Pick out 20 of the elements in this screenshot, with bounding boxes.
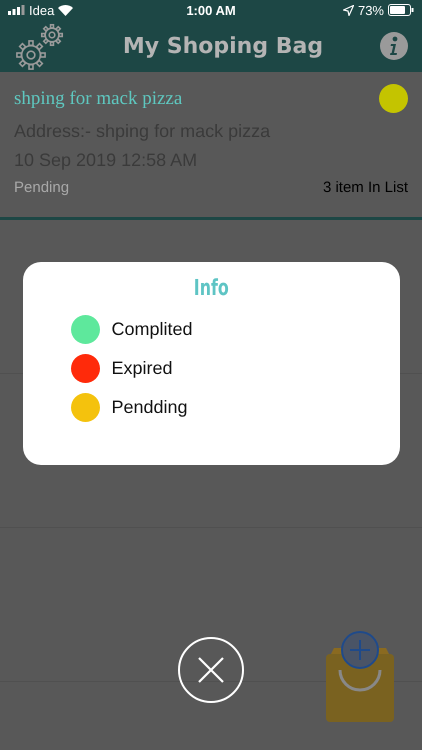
battery-icon xyxy=(388,4,414,16)
app-title: My Shoping Bag xyxy=(122,34,324,58)
legend-label: Pendding xyxy=(112,397,188,418)
signal-icon xyxy=(8,5,25,15)
add-list-button[interactable] xyxy=(326,630,394,722)
dialog-title: Info xyxy=(194,276,228,301)
location-arrow-icon xyxy=(342,4,354,16)
item-count: 3 item In List xyxy=(322,179,408,196)
carrier-name: Idea xyxy=(29,2,54,18)
list-title: shping for mack pizza xyxy=(14,88,182,110)
info-icon[interactable] xyxy=(380,32,408,60)
list-status: Pending xyxy=(14,179,70,196)
legend-label: Complited xyxy=(112,319,193,340)
legend-label: Expired xyxy=(112,358,173,379)
wifi-icon xyxy=(58,4,74,16)
battery-percent: 73% xyxy=(358,2,384,18)
close-button[interactable] xyxy=(178,637,244,703)
clock-time: 1:00 AM xyxy=(186,2,236,18)
close-icon xyxy=(197,656,225,684)
settings-icon[interactable] xyxy=(16,22,66,70)
